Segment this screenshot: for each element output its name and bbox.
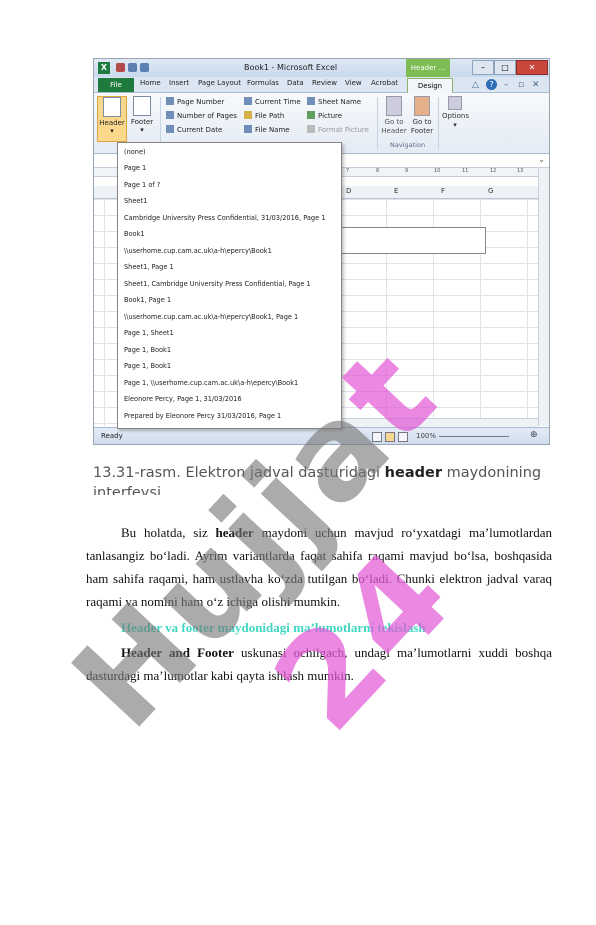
number-of-pages-icon	[166, 111, 174, 119]
help-icon[interactable]: ?	[486, 79, 497, 90]
ribbon-separator	[377, 97, 378, 149]
save-icon[interactable]	[116, 63, 125, 72]
header-option[interactable]: Page 1, Book1	[124, 362, 171, 370]
clock-icon	[244, 97, 252, 105]
header-option[interactable]: Cambridge University Press Confidential,…	[124, 214, 325, 222]
file-icon	[244, 125, 252, 133]
excel-app-icon: X	[98, 62, 110, 74]
section-heading: Header va footer maydonidagi ma’lumotlar…	[121, 620, 426, 635]
close-button[interactable]: ✕	[516, 60, 548, 75]
ribbon-tabs: File Home Insert Page Layout Formulas Da…	[94, 77, 549, 93]
file-name-button[interactable]: File Name	[244, 125, 290, 136]
header-option[interactable]: (none)	[124, 148, 146, 156]
normal-view-icon[interactable]	[372, 432, 382, 442]
sheet-icon	[307, 97, 315, 105]
tab-review[interactable]: Review	[312, 79, 337, 87]
window-title: Book1 - Microsoft Excel	[244, 63, 338, 72]
current-date-button[interactable]: Current Date	[166, 125, 222, 136]
header-option[interactable]: Prepared by Eleonore Percy 31/03/2016, P…	[124, 412, 281, 420]
body-paragraph: Bu holatda, siz header maydoni uchun mav…	[86, 525, 552, 609]
tab-home[interactable]: Home	[140, 79, 161, 87]
status-ready: Ready	[101, 432, 123, 440]
column-header-g[interactable]: G	[488, 187, 493, 195]
folder-icon	[244, 111, 252, 119]
page-layout-view-icon[interactable]	[385, 432, 395, 442]
footer-button[interactable]: Footer ▾	[128, 96, 156, 140]
undo-icon[interactable]	[128, 63, 137, 72]
current-time-button[interactable]: Current Time	[244, 97, 301, 108]
header-option[interactable]: Page 1, Book1	[124, 346, 171, 354]
go-to-header-button[interactable]: Go to Header	[381, 96, 407, 136]
maximize-button[interactable]: □	[494, 60, 516, 75]
header-option[interactable]: \\userhome.cup.cam.ac.uk\a-h\epercy\Book…	[124, 313, 298, 321]
header-option[interactable]: Sheet1	[124, 197, 147, 205]
horizontal-scrollbar[interactable]	[339, 418, 538, 427]
tab-formulas[interactable]: Formulas	[247, 79, 279, 87]
header-option[interactable]: \\userhome.cup.cam.ac.uk\a-h\epercy\Book…	[124, 247, 272, 255]
header-icon	[103, 97, 121, 117]
picture-button[interactable]: Picture	[307, 111, 342, 122]
tab-design[interactable]: Design	[407, 78, 453, 93]
page-number-icon	[166, 97, 174, 105]
file-path-button[interactable]: File Path	[244, 111, 284, 122]
zoom-level: 100%	[416, 432, 437, 440]
excel-screenshot: X Book1 - Microsoft Excel Header ... – □…	[93, 58, 550, 445]
workbook-minimize-icon[interactable]: –	[504, 80, 509, 90]
workbook-close-icon[interactable]: ✕	[532, 80, 540, 90]
header-option[interactable]: Sheet1, Page 1	[124, 263, 174, 271]
header-option[interactable]: Page 1	[124, 164, 146, 172]
page-number-button[interactable]: Page Number	[166, 97, 224, 108]
format-picture-button[interactable]: Format Picture	[307, 125, 369, 136]
redo-icon[interactable]	[140, 63, 149, 72]
minimize-ribbon-icon[interactable]: △	[472, 80, 479, 90]
page-break-view-icon[interactable]	[398, 432, 408, 442]
body-paragraph: Header and Footer uskunasi ochilgach, un…	[86, 645, 553, 683]
workbook-restore-icon[interactable]: ▫	[518, 80, 524, 90]
minimize-button[interactable]: –	[472, 60, 494, 75]
header-option[interactable]: Page 1, Sheet1	[124, 329, 174, 337]
header-option[interactable]: Page 1 of ?	[124, 181, 160, 189]
header-edit-box[interactable]	[340, 227, 486, 254]
vertical-scrollbar[interactable]	[538, 168, 549, 426]
header-option[interactable]: Page 1, \\userhome.cup.cam.ac.uk\a-h\epe…	[124, 379, 298, 387]
tab-page-layout[interactable]: Page Layout	[198, 79, 241, 87]
number-of-pages-button[interactable]: Number of Pages	[166, 111, 237, 122]
tab-data[interactable]: Data	[287, 79, 304, 87]
ribbon-separator	[438, 97, 439, 149]
title-bar: X Book1 - Microsoft Excel Header ... – □…	[94, 59, 549, 77]
header-option[interactable]: Book1	[124, 230, 145, 238]
header-dropdown-list: (none) Page 1 Page 1 of ? Sheet1 Cambrid…	[117, 142, 342, 429]
column-header-f[interactable]: F	[441, 187, 445, 195]
go-to-header-icon	[386, 96, 402, 116]
picture-icon	[307, 111, 315, 119]
column-header-d[interactable]: D	[346, 187, 351, 195]
footer-icon	[133, 96, 151, 116]
header-option[interactable]: Sheet1, Cambridge University Press Confi…	[124, 280, 311, 288]
tab-file[interactable]: File	[98, 78, 134, 92]
go-to-footer-button[interactable]: Go to Footer	[409, 96, 435, 136]
context-tab-title: Header ...	[406, 59, 450, 77]
format-picture-icon	[307, 125, 315, 133]
status-bar: Ready 100% ⊕	[94, 427, 549, 444]
sheet-name-button[interactable]: Sheet Name	[307, 97, 361, 108]
zoom-slider[interactable]	[439, 436, 509, 437]
go-to-footer-icon	[414, 96, 430, 116]
zoom-in-icon[interactable]: ⊕	[530, 430, 538, 440]
navigation-group-label: Navigation	[390, 141, 426, 149]
header-option[interactable]: Book1, Page 1	[124, 296, 171, 304]
expand-formula-bar-icon[interactable]: ⌄	[538, 155, 545, 164]
header-button[interactable]: Header ▾	[97, 96, 127, 142]
tab-view[interactable]: View	[345, 79, 362, 87]
figure-caption: 13.31-rasm. Elektron jadval dasturidagi …	[93, 465, 542, 495]
options-button[interactable]: Options ▾	[442, 96, 469, 130]
column-header-e[interactable]: E	[394, 187, 398, 195]
options-icon	[448, 96, 462, 110]
calendar-icon	[166, 125, 174, 133]
tab-acrobat[interactable]: Acrobat	[371, 79, 398, 87]
tab-insert[interactable]: Insert	[169, 79, 189, 87]
header-option[interactable]: Eleonore Percy, Page 1, 31/03/2016	[124, 395, 242, 403]
